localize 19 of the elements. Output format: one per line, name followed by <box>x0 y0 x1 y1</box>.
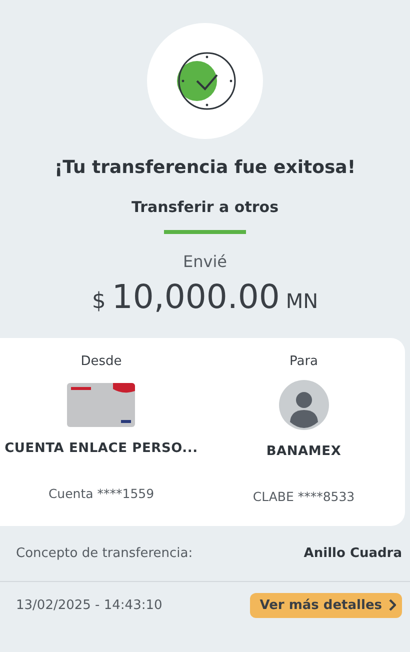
from-account-name: CUENTA ENLACE PERSO... <box>4 441 198 456</box>
to-bank-name: BANAMEX <box>266 444 342 459</box>
sent-label: Envié <box>182 252 227 271</box>
card-drawing <box>67 383 136 427</box>
concept-value: Anillo Cuadra <box>304 546 402 561</box>
chevron-right-icon <box>388 599 396 611</box>
transfer-type: Transferir a otros <box>131 198 279 216</box>
amount-value: 10,000.00 <box>112 277 280 316</box>
from-account-number: Cuenta ****1559 <box>48 486 154 501</box>
currency-symbol: $ <box>92 289 106 314</box>
details-button[interactable]: Ver más detalles <box>250 592 402 618</box>
concept-label: Concepto de transferencia: <box>16 546 193 561</box>
to-label: Para <box>289 354 318 369</box>
success-title: ¡Tu transferencia fue exitosa! <box>54 157 356 178</box>
to-account-number: CLABE ****8533 <box>252 489 355 504</box>
avatar-icon <box>278 380 329 430</box>
transfer-date: 13/02/2025 - 14:43:10 <box>16 598 162 612</box>
from-label: Desde <box>80 354 122 369</box>
currency-unit: MN <box>286 289 318 313</box>
